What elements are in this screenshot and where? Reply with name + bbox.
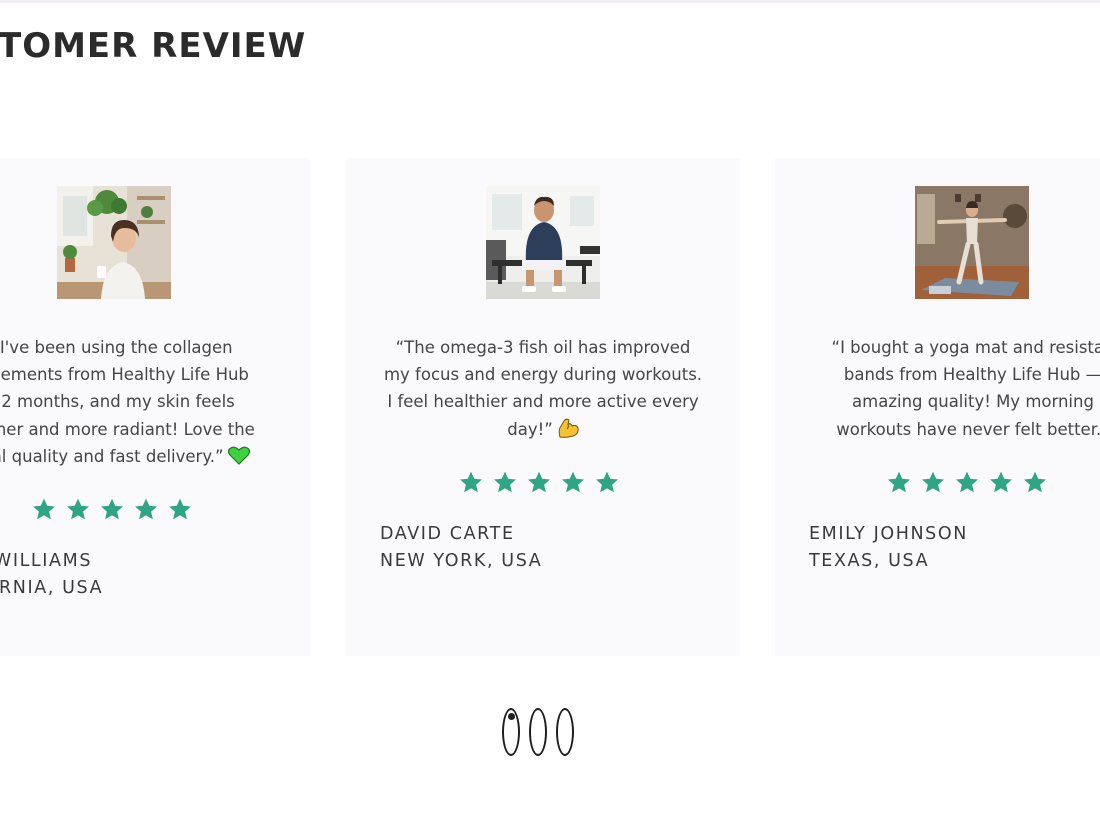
star-icon <box>596 471 618 493</box>
flexed-biceps-icon <box>557 418 579 446</box>
section-title: TOMER REVIEW <box>0 26 307 66</box>
divider <box>0 0 1100 3</box>
review-quote: “The omega-3 fish oil has improved my fo… <box>363 334 723 446</box>
customer-photo <box>915 186 1029 299</box>
customer-photo <box>57 186 171 299</box>
reviewer-name: DAVID CARTE <box>380 524 515 544</box>
star-icon <box>956 471 978 493</box>
review-card: “I've been using the collagen pplements … <box>0 158 310 656</box>
star-rating <box>886 470 1048 495</box>
star-icon <box>135 498 157 520</box>
star-icon <box>33 498 55 520</box>
star-icon <box>494 471 516 493</box>
review-quote: “I've been using the collagen pplements … <box>0 334 272 473</box>
reviewer-info: DAVID CARTE NEW YORK, USA <box>380 521 542 575</box>
star-icon <box>922 471 944 493</box>
star-icon <box>888 471 910 493</box>
reviewer-name: H WILLIAMS <box>0 551 93 571</box>
pagination-dot-2[interactable] <box>529 708 547 756</box>
star-rating <box>458 470 620 495</box>
reviewer-info: H WILLIAMS FORNIA, USA <box>0 548 103 602</box>
green-heart-icon <box>227 446 250 473</box>
review-card: “The omega-3 fish oil has improved my fo… <box>346 158 740 656</box>
star-rating <box>31 497 193 522</box>
pagination-dot-3[interactable] <box>556 708 574 756</box>
review-card: “I bought a yoga mat and resistan bands … <box>775 158 1100 656</box>
star-icon <box>1024 471 1046 493</box>
customer-review-section: TOMER REVIEW “I've been using the collag… <box>0 0 1100 825</box>
star-icon <box>562 471 584 493</box>
reviewer-name: EMILY JOHNSON <box>809 524 968 544</box>
reviewer-location: FORNIA, USA <box>0 578 104 598</box>
reviewer-location: TEXAS, USA <box>809 551 930 571</box>
reviewer-info: EMILY JOHNSON TEXAS, USA <box>809 521 968 575</box>
customer-photo <box>486 186 600 299</box>
star-icon <box>67 498 89 520</box>
pagination-dot-1[interactable] <box>502 708 520 756</box>
star-icon <box>101 498 123 520</box>
star-icon <box>169 498 191 520</box>
review-quote: “I bought a yoga mat and resistan bands … <box>831 338 1100 439</box>
star-icon <box>460 471 482 493</box>
star-icon <box>528 471 550 493</box>
star-icon <box>990 471 1012 493</box>
reviewer-location: NEW YORK, USA <box>380 551 543 571</box>
carousel-pagination <box>502 708 574 756</box>
